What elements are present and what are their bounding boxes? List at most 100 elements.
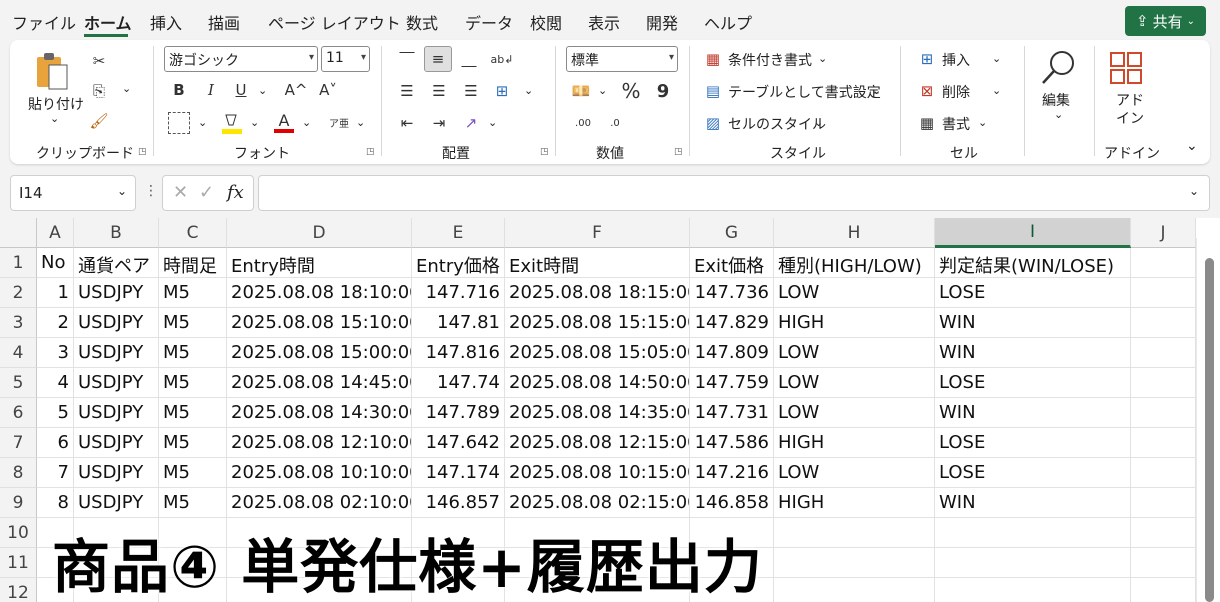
table-cell[interactable]: 2025.08.08 14:45:00 [227,368,412,398]
table-cell[interactable]: 6 [37,428,74,458]
grow-font-icon[interactable]: A^ [284,78,308,102]
insert-cells-button[interactable]: 挿入 [942,50,970,70]
table-cell[interactable]: 2025.08.08 02:15:00 [505,488,690,518]
table-cell[interactable]: 3 [37,338,74,368]
header-cell[interactable]: Entry時間 [227,248,412,278]
chevron-down-icon[interactable]: ⌄ [122,82,131,95]
table-cell[interactable]: 7 [37,458,74,488]
dialog-launcher-icon[interactable]: ◳ [674,147,683,157]
table-cell[interactable]: HIGH [774,428,935,458]
table-cell[interactable] [1131,278,1196,308]
insert-cells-icon[interactable]: ⊞ [916,48,938,70]
add-ins-button[interactable]: アド イン [1116,92,1144,128]
delete-cells-icon[interactable]: ⊠ [916,80,938,102]
table-cell[interactable]: 147.174 [412,458,505,488]
column-header-h[interactable]: H [774,218,935,248]
table-cell[interactable]: LOW [774,368,935,398]
table-cell[interactable]: 2025.08.08 10:10:00 [227,458,412,488]
tab-file[interactable]: ファイル [12,10,76,34]
chevron-down-icon[interactable]: ⌄ [524,84,533,97]
chevron-down-icon[interactable]: ⌄ [302,116,311,129]
fill-color-icon[interactable] [220,110,244,136]
conditional-formatting-icon[interactable]: ▦ [702,48,724,70]
column-header-i[interactable]: I [935,218,1131,248]
chevron-down-icon[interactable]: ⌄ [872,84,881,97]
table-cell[interactable]: 147.74 [412,368,505,398]
table-cell[interactable]: LOW [774,458,935,488]
header-cell[interactable]: Exit時間 [505,248,690,278]
vertical-scrollbar[interactable] [1196,238,1220,602]
shrink-font-icon[interactable]: A˅ [316,78,340,102]
table-cell[interactable]: USDJPY [74,338,159,368]
table-cell[interactable]: USDJPY [74,368,159,398]
table-cell[interactable]: M5 [159,368,227,398]
chevron-down-icon[interactable]: ⌄ [198,116,207,129]
increase-indent-icon[interactable]: ⇥ [428,112,450,134]
header-cell[interactable]: 種別(HIGH/LOW) [774,248,935,278]
table-cell[interactable]: USDJPY [74,458,159,488]
cell-styles-button[interactable]: セルのスタイル [728,114,826,134]
tab-help[interactable]: ヘルプ [704,10,752,34]
tab-data[interactable]: データ [465,10,513,34]
column-header-f[interactable]: F [505,218,690,248]
enter-icon[interactable]: ✓ [199,182,214,203]
column-header-b[interactable]: B [74,218,159,248]
table-cell[interactable]: M5 [159,458,227,488]
header-cell[interactable] [1131,248,1196,278]
row-header-3[interactable]: 3 [0,308,37,338]
table-cell[interactable]: LOW [774,278,935,308]
decrease-decimal-icon[interactable]: .0 [602,112,628,134]
table-cell[interactable]: 2025.08.08 14:30:00 [227,398,412,428]
row-header-6[interactable]: 6 [0,398,37,428]
table-cell[interactable]: HIGH [774,488,935,518]
table-cell[interactable]: 2025.08.08 02:10:00 [227,488,412,518]
column-header-e[interactable]: E [412,218,505,248]
percent-icon[interactable]: % [618,78,644,104]
chevron-down-icon[interactable]: ⌄ [598,84,607,97]
chevron-down-icon[interactable]: ⌄ [356,116,365,129]
align-right-icon[interactable]: ☰ [460,80,482,102]
table-cell[interactable]: 2025.08.08 15:05:00 [505,338,690,368]
table-cell[interactable]: 2025.08.08 15:10:00 [227,308,412,338]
row-header-7[interactable]: 7 [0,428,37,458]
decrease-indent-icon[interactable]: ⇤ [396,112,418,134]
ribbon-collapse-icon[interactable]: ⌄ [1186,138,1198,154]
chevron-down-icon[interactable]: ⌄ [978,116,987,129]
dialog-launcher-icon[interactable]: ◳ [138,147,147,157]
row-header-8[interactable]: 8 [0,458,37,488]
row-header-12[interactable]: 12 [0,578,37,602]
tab-insert[interactable]: 挿入 [150,10,182,34]
row-header-9[interactable]: 9 [0,488,37,518]
format-painter-icon[interactable]: 🖌 [88,110,110,132]
table-cell[interactable]: M5 [159,278,227,308]
header-cell[interactable]: 通貨ペア [74,248,159,278]
table-cell[interactable]: 4 [37,368,74,398]
table-cell[interactable] [935,548,1131,578]
table-cell[interactable]: 146.858 [690,488,774,518]
table-cell[interactable] [774,518,935,548]
format-as-table-icon[interactable]: ▤ [702,80,724,102]
header-cell[interactable]: 時間足 [159,248,227,278]
bold-button[interactable]: B [168,78,190,102]
tab-review[interactable]: 校閲 [530,10,562,34]
row-header-5[interactable]: 5 [0,368,37,398]
delete-cells-button[interactable]: 削除 [942,82,970,102]
tab-page-layout[interactable]: ページ レイアウト [268,10,401,34]
table-cell[interactable] [1131,458,1196,488]
table-cell[interactable] [774,578,935,602]
share-button[interactable]: ⇪ 共有 ⌄ [1125,6,1206,36]
formula-input[interactable]: ⌄ [258,175,1210,211]
more-icon[interactable]: ⋮ [144,183,158,199]
header-cell[interactable]: Entry価格 [412,248,505,278]
table-cell[interactable]: USDJPY [74,488,159,518]
table-cell[interactable]: LOSE [935,278,1131,308]
merge-center-icon[interactable]: ⊞ [490,80,514,102]
cancel-icon[interactable]: ✕ [173,182,188,203]
table-cell[interactable]: USDJPY [74,308,159,338]
column-header-d[interactable]: D [227,218,412,248]
table-cell[interactable] [935,578,1131,602]
format-cells-button[interactable]: 書式 [942,114,970,134]
table-cell[interactable] [1131,308,1196,338]
table-cell[interactable]: 147.216 [690,458,774,488]
table-cell[interactable]: M5 [159,488,227,518]
